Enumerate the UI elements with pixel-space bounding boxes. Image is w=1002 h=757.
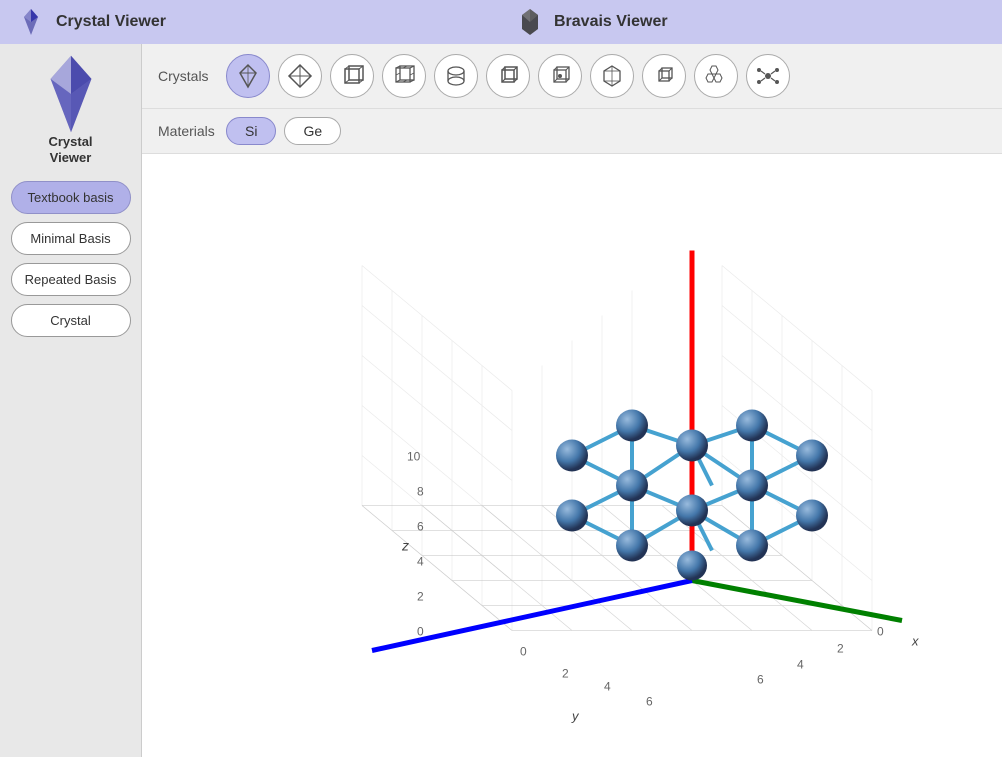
bravais-viewer-title: Bravais Viewer <box>554 13 668 31</box>
crystal-button[interactable]: Crystal <box>11 304 131 337</box>
si-button[interactable]: Si <box>226 117 276 145</box>
crystal-dot-cube-icon[interactable] <box>538 54 582 98</box>
crystal-viewer-title: Crystal Viewer <box>56 13 166 31</box>
crystals-row: Crystals <box>142 44 1002 109</box>
svg-text:4: 4 <box>417 555 424 569</box>
repeated-basis-button[interactable]: Repeated Basis <box>11 263 131 296</box>
svg-text:4: 4 <box>797 658 804 672</box>
crystals-label: Crystals <box>158 68 218 84</box>
textbook-basis-button[interactable]: Textbook basis <box>11 181 131 214</box>
minimal-basis-button[interactable]: Minimal Basis <box>11 222 131 255</box>
crystal-network-icon[interactable] <box>746 54 790 98</box>
svg-text:0: 0 <box>520 645 527 659</box>
materials-row: Materials Si Ge <box>142 109 1002 154</box>
svg-text:8: 8 <box>417 485 424 499</box>
svg-text:z: z <box>401 538 409 554</box>
crystal-octahedron-icon[interactable] <box>278 54 322 98</box>
svg-text:2: 2 <box>562 667 569 681</box>
svg-text:2: 2 <box>837 642 844 656</box>
svg-text:6: 6 <box>646 695 653 709</box>
sidebar: Crystal Viewer Textbook basis Minimal Ba… <box>0 44 142 757</box>
crystal-cylinder-icon[interactable] <box>434 54 478 98</box>
materials-label: Materials <box>158 123 218 139</box>
svg-text:y: y <box>571 709 580 724</box>
svg-text:6: 6 <box>417 520 424 534</box>
crystal-honeycomb-icon[interactable] <box>694 54 738 98</box>
view-area[interactable]: 0 2 4 6 8 10 z 0 2 4 6 y 0 2 4 6 x <box>142 154 1002 757</box>
svg-text:x: x <box>911 634 919 649</box>
crystal-diamond-icon[interactable] <box>226 54 270 98</box>
crystal-hexagonal-icon[interactable] <box>590 54 634 98</box>
svg-text:2: 2 <box>417 590 424 604</box>
svg-text:10: 10 <box>407 450 421 464</box>
main-layout: Crystal Viewer Textbook basis Minimal Ba… <box>0 44 1002 757</box>
crystal-viewer-tab[interactable]: Crystal Viewer <box>0 0 500 44</box>
sidebar-logo: Crystal Viewer <box>36 54 106 165</box>
svg-text:0: 0 <box>877 625 884 639</box>
crystal-3d-view: 0 2 4 6 8 10 z 0 2 4 6 y 0 2 4 6 x <box>142 154 1002 757</box>
sidebar-logo-text2: Viewer <box>50 150 92 166</box>
crystal-detailed-cube-icon[interactable] <box>382 54 426 98</box>
crystal-viewer-logo <box>16 7 46 37</box>
bravais-viewer-logo <box>516 8 544 36</box>
sidebar-logo-text: Crystal <box>48 134 92 150</box>
svg-text:6: 6 <box>757 673 764 687</box>
ge-button[interactable]: Ge <box>284 117 341 145</box>
top-bar: Crystal Viewer Bravais Viewer <box>0 0 1002 44</box>
svg-text:4: 4 <box>604 680 611 694</box>
sidebar-logo-icon <box>36 54 106 134</box>
svg-text:0: 0 <box>417 625 424 639</box>
crystal-simple-cube-icon[interactable] <box>486 54 530 98</box>
crystal-small-cube-icon[interactable] <box>642 54 686 98</box>
bravais-viewer-tab[interactable]: Bravais Viewer <box>500 0 1002 44</box>
content-area: Crystals <box>142 44 1002 757</box>
crystal-cube-icon[interactable] <box>330 54 374 98</box>
